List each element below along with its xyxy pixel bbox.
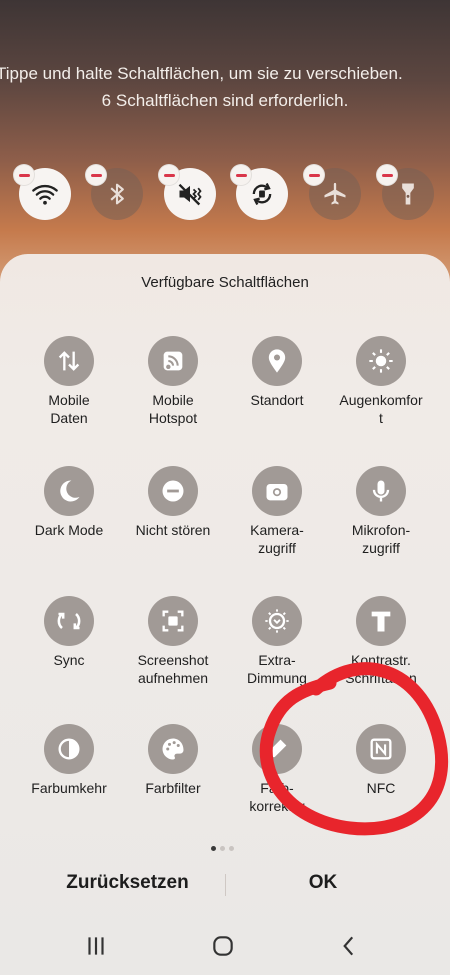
tile-contrast-fonts[interactable]: Kontrastr. Schriftarten [329,596,433,687]
remove-flashlight-button[interactable] [376,164,398,186]
dark-mode-icon [60,480,80,502]
sound-button[interactable] [158,164,216,220]
tile-mobile-hotspot[interactable]: Mobile Hotspot [121,336,225,427]
tile-label: Nicht stören [135,522,211,538]
tile-label: NFC [366,780,396,796]
tile-label: Extra- Dimmung [247,652,307,686]
navigation-bar [0,922,450,968]
tile-label: Mikrofon-zugriff [351,522,411,556]
page-dot[interactable] [211,846,216,851]
tile-label: Mobile Daten [48,392,90,426]
palette-icon [162,738,184,760]
sound-vibrate-icon [178,183,202,206]
tile-label: Standort [250,392,304,408]
panel-title: Verfügbare Schaltflächen [141,274,309,291]
tile-sync[interactable]: Sync [17,596,121,669]
tile-dark-mode[interactable]: Dark Mode [17,466,121,539]
wifi-icon [32,184,58,205]
recents-icon [88,937,104,955]
tile-label: Kamera-zugriff [250,522,304,556]
home-icon [213,936,233,956]
hotspot-icon [163,351,183,371]
color-inversion-icon [58,738,80,760]
location-icon [268,349,286,373]
available-buttons-panel: Verfügbare Schaltflächen Mobile Daten Mob… [0,254,450,975]
remove-bluetooth-button[interactable] [85,164,107,186]
screenshot-icon [162,610,184,632]
hint-line-1: Tippe und halte Schaltflächen, um sie zu… [0,64,403,83]
page-dot[interactable] [229,846,234,851]
tile-screenshot[interactable]: Screenshot aufnehmen [121,596,225,687]
remove-airplane-button[interactable] [303,164,325,186]
tile-nfc[interactable]: NFC [329,724,433,797]
flashlight-button[interactable] [376,164,434,220]
mobile-data-icon [58,351,80,371]
recents-button[interactable] [74,930,118,962]
color-correction-icon [268,739,287,758]
tile-label: Mobile Hotspot [148,392,198,426]
tile-color-filter[interactable]: Farbfilter [121,724,225,797]
tile-label: Dark Mode [34,522,104,538]
eye-comfort-icon [369,349,393,373]
camera-icon [266,484,288,501]
remove-auto-rotate-button[interactable] [230,164,252,186]
tile-location[interactable]: Standort [225,336,329,409]
tile-label: Sync [53,652,85,668]
button-divider [225,874,226,896]
back-button[interactable] [327,930,371,962]
airplane-mode-button[interactable] [303,164,361,220]
contrast-font-icon [371,611,391,632]
hint-line-2: 6 Schaltflächen sind erforderlich. [101,91,349,110]
page-dot[interactable] [220,846,225,851]
airplane-icon [324,182,346,205]
tile-color-inversion[interactable]: Farbumkehr [17,724,121,797]
tile-mobile-data[interactable]: Mobile Daten [17,336,121,427]
tile-color-correction[interactable]: Farb-korrektur [225,724,329,815]
tile-microphone-access[interactable]: Mikrofon-zugriff [329,466,433,557]
tile-do-not-disturb[interactable]: Nicht stören [121,466,225,539]
remove-wifi-button[interactable] [13,164,35,186]
tile-camera-access[interactable]: Kamera-zugriff [225,466,329,557]
page-indicator [211,846,234,851]
tile-eye-comfort[interactable]: Augenkomfor t [329,336,433,427]
tile-label: Farbfilter [145,780,201,796]
tile-label: Farbumkehr [31,780,107,796]
do-not-disturb-icon [162,480,184,502]
auto-rotate-icon [252,182,272,206]
microphone-icon [372,480,390,502]
reset-button[interactable]: Zurücksetzen [40,872,215,900]
home-button[interactable] [201,930,245,962]
tile-label: Augenkomfor t [339,392,423,426]
tile-extra-dim[interactable]: Extra- Dimmung [225,596,329,687]
remove-sound-button[interactable] [158,164,180,186]
ok-button[interactable]: OK [248,872,398,900]
sync-icon [57,612,81,630]
bluetooth-button[interactable] [85,164,143,220]
tile-label: Screenshot aufnehmen [137,652,209,686]
wifi-button[interactable] [13,164,71,220]
tile-label: Kontrastr. Schriftarten [345,652,417,686]
auto-rotate-button[interactable] [230,164,288,220]
bluetooth-icon [110,183,124,205]
extra-dim-icon [265,609,289,633]
tile-label: Farb-korrektur [249,780,305,814]
active-buttons-row [0,160,450,230]
nfc-icon [370,738,392,760]
flashlight-icon [402,183,414,205]
back-icon [343,936,354,956]
